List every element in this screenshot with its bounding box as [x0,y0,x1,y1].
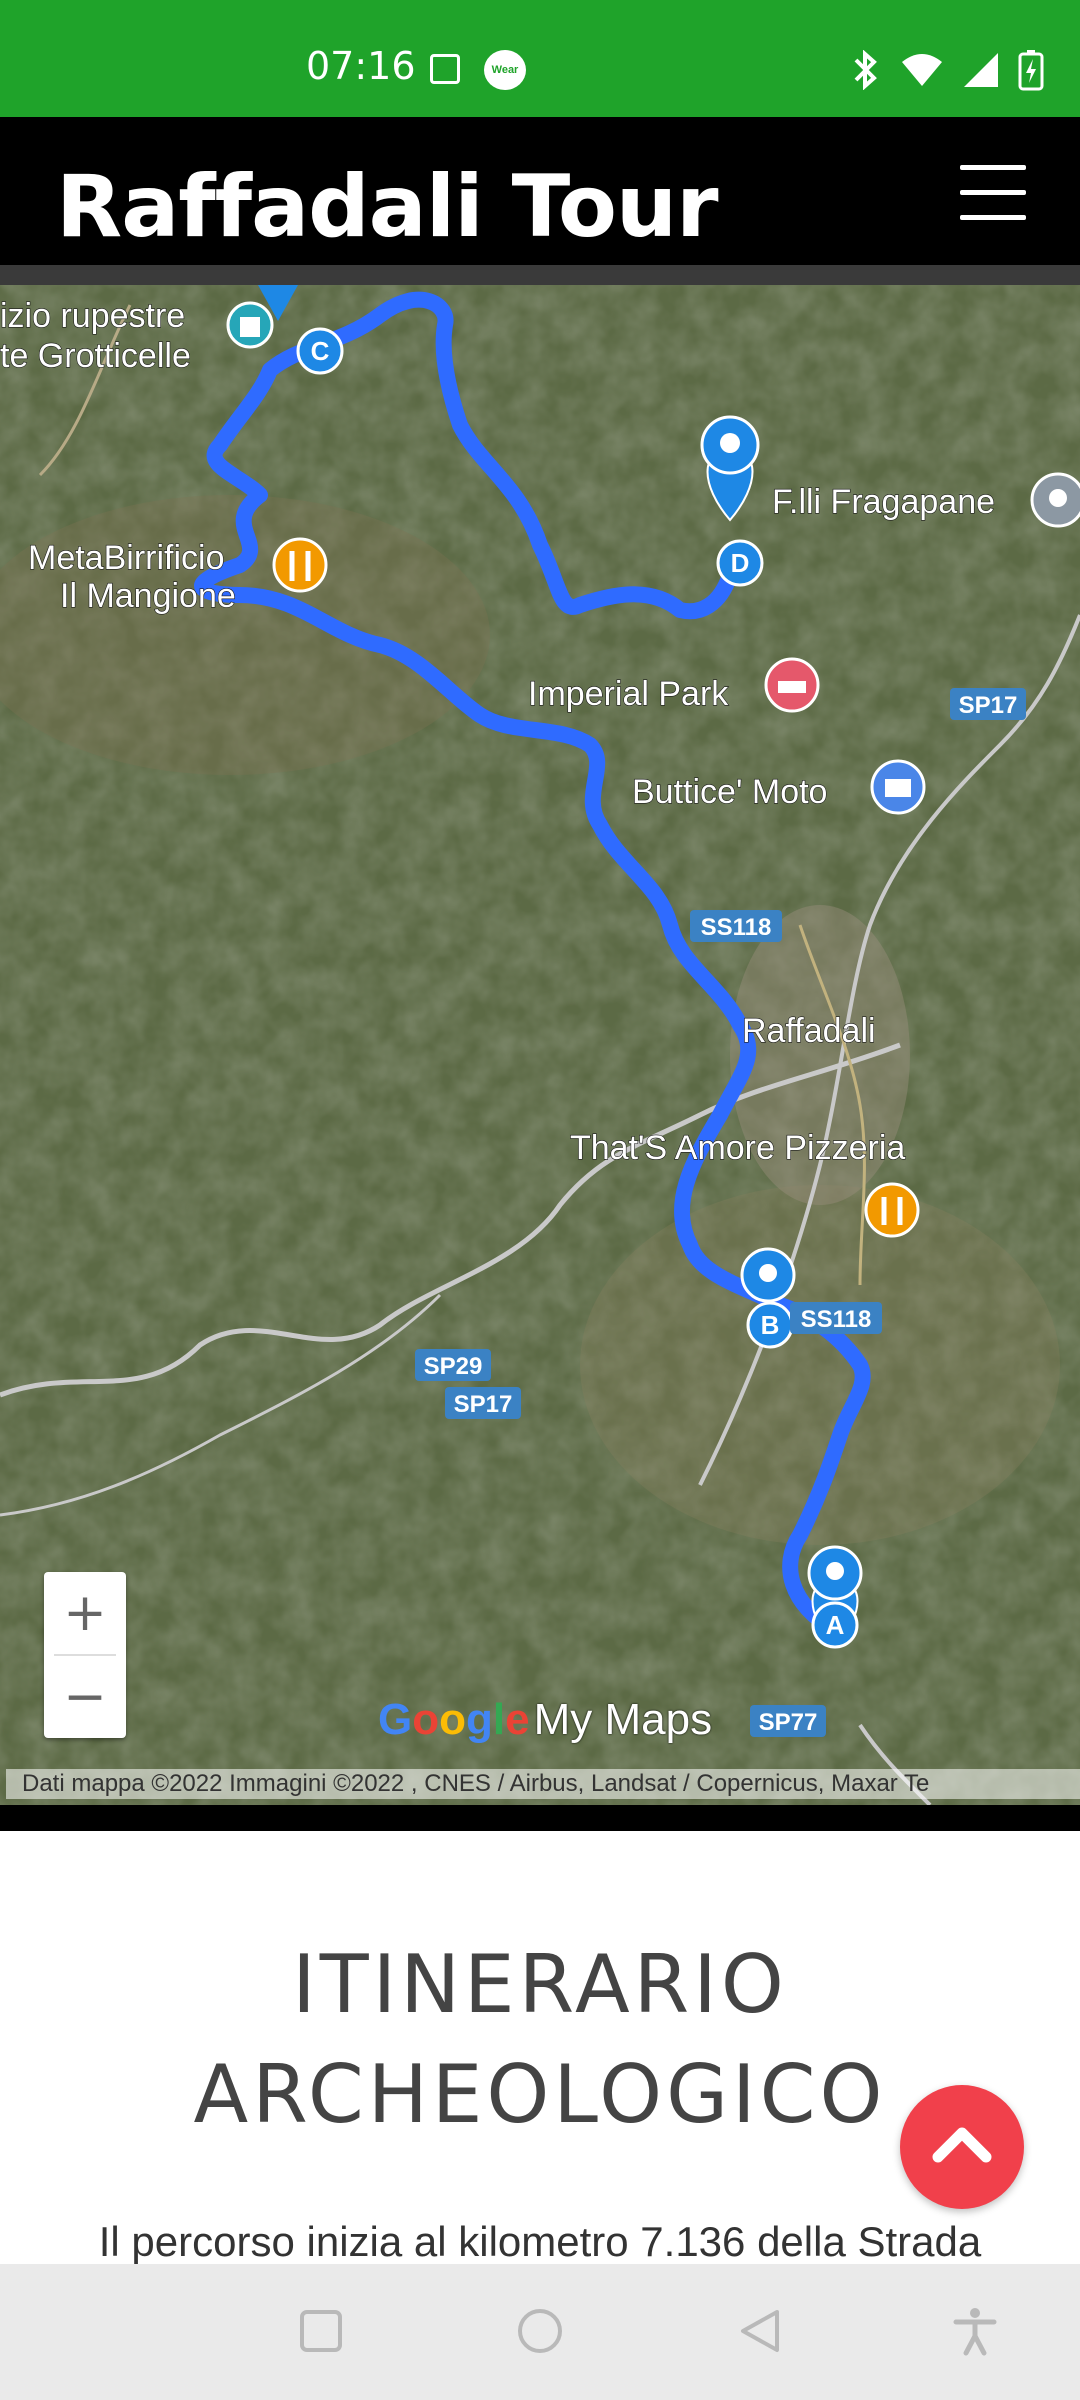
logo-letter: e [505,1695,530,1744]
embedded-map[interactable]: A B C D izio rupestre te Grotticelle Met… [0,285,1080,1805]
heading-line-1: ITINERARIO [292,1938,788,2031]
recents-square-icon[interactable] [296,2306,346,2356]
place-label-buttice-moto: Buttice' Moto [632,773,827,811]
status-bar: 07:16 Wear [0,0,1080,117]
google-my-maps-logo: GoogleMy Maps [378,1695,712,1745]
place-label-grotticelle-2: te Grotticelle [0,337,191,375]
road-shield-ss118-north: SS118 [701,914,772,941]
restaurant-poi-icon-pizzeria [864,1182,920,1238]
zoom-in-button[interactable]: + [44,1572,126,1654]
road-shield-sp77: SP77 [759,1709,818,1736]
waypoint-a-marker: A [807,1545,863,1649]
place-label-birrificio-2: Il Mangione [60,577,236,615]
logo-letter: o [439,1695,467,1744]
accessibility-icon[interactable] [950,2306,1000,2356]
battery-charging-icon [1018,50,1044,91]
chevron-up-icon [932,2127,992,2163]
road-shield-sp29: SP29 [424,1353,483,1380]
castle-poi-icon [226,301,274,349]
logo-letter: o [412,1695,440,1744]
place-label-grotticelle-1: izio rupestre [0,297,185,335]
map-zoom-control: + − [44,1572,126,1738]
wear-icon: Wear [484,50,526,90]
wifi-icon [902,54,942,86]
waypoint-d-label: D [731,548,750,578]
road-shield-sp17-east: SP17 [959,692,1018,719]
logo-letter: g [466,1695,493,1744]
logo-mymaps: My Maps [533,1695,713,1744]
waypoint-a-label: A [826,1610,845,1640]
restaurant-poi-icon-birrificio [272,537,328,593]
map-bottom-border [0,1805,1080,1831]
road-shield-ss118-south: SS118 [801,1306,872,1333]
waypoint-b-label: B [761,1310,780,1340]
place-label-pizzeria: That'S Amore Pizzeria [570,1129,905,1167]
header-divider [0,265,1080,285]
road-shield-sp17-west: SP17 [454,1391,513,1418]
poi-pin-east [1030,472,1080,528]
place-label-raffadali: Raffadali [742,1012,876,1050]
shop-poi-icon [870,759,926,815]
zoom-out-button[interactable]: − [44,1656,126,1738]
back-triangle-icon[interactable] [735,2306,785,2356]
waypoint-c-marker: C [296,327,344,375]
hamburger-menu-icon[interactable] [960,165,1026,221]
map-attribution[interactable]: Dati mappa ©2022 Immagini ©2022 , CNES /… [6,1769,1080,1799]
hotel-poi-icon [764,657,820,713]
site-title[interactable]: Raffadali Tour [56,157,719,257]
waypoint-c-label: C [311,336,330,366]
place-label-imperial-park: Imperial Park [528,675,729,713]
bluetooth-icon [854,50,877,90]
scroll-to-top-button[interactable] [900,2085,1024,2209]
home-circle-icon[interactable] [515,2306,565,2356]
system-icons [848,48,1044,92]
status-time: 07:16 [306,44,416,88]
cellular-signal-icon [964,53,998,87]
place-label-birrificio-1: MetaBirrificio [28,539,224,577]
map-canvas[interactable]: A B C D izio rupestre te Grotticelle Met… [0,285,1080,1805]
site-header: Raffadali Tour [0,117,1080,265]
logo-letter: G [378,1695,413,1744]
place-label-fragapane: F.lli Fragapane [772,483,995,521]
image-icon [430,54,460,84]
logo-letter: l [492,1695,506,1744]
itinerary-paragraph: Il percorso inizia al kilometro 7.136 de… [98,2218,982,2265]
android-navigation-bar [0,2264,1080,2400]
